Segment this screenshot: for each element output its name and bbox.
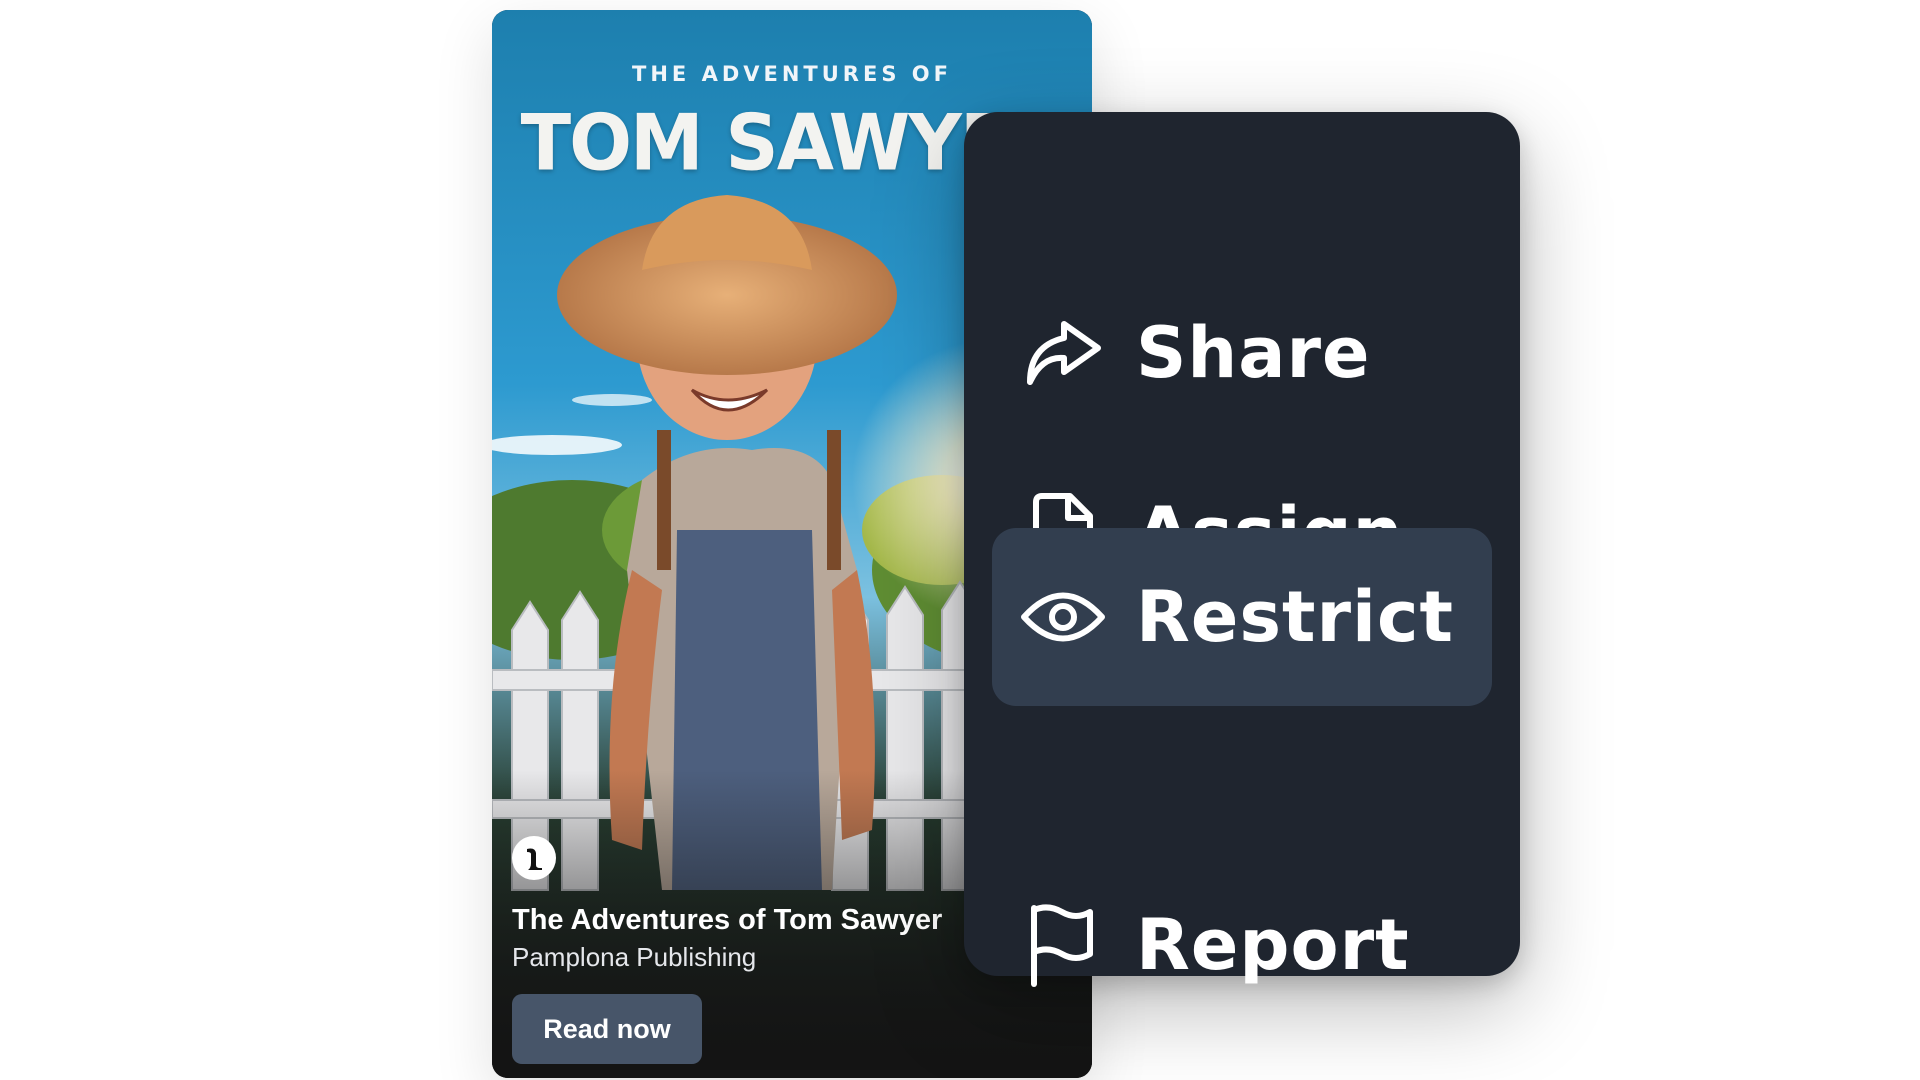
cover-kicker-text: THE ADVENTURES OF [632, 62, 952, 86]
share-arrow-icon [1020, 310, 1106, 396]
flag-icon [1020, 902, 1106, 988]
menu-item-share[interactable]: Share [992, 264, 1492, 442]
menu-item-label: Restrict [1136, 576, 1454, 658]
context-menu: Share Assign Restrict Report [964, 112, 1520, 987]
menu-item-restrict[interactable]: Restrict [992, 528, 1492, 706]
eye-icon [1020, 574, 1106, 660]
menu-item-report[interactable]: Report [992, 856, 1492, 1034]
publisher-logo-icon [512, 836, 556, 880]
read-now-button[interactable]: Read now [512, 994, 702, 1064]
menu-item-label: Share [1136, 312, 1371, 394]
menu-item-label: Report [1136, 904, 1410, 986]
